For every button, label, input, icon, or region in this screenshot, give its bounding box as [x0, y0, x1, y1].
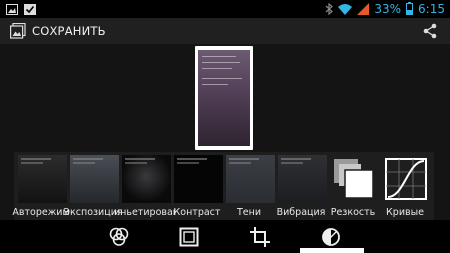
filter-sharpness[interactable]: Резкость — [328, 152, 379, 220]
clock: 6:15 — [418, 2, 445, 16]
filter-thumbnail — [122, 155, 171, 203]
sharpness-icon — [330, 155, 379, 203]
wifi-icon — [338, 0, 353, 19]
filters-icon[interactable] — [91, 220, 147, 253]
filter-thumbnail — [174, 155, 223, 203]
share-icon[interactable] — [422, 23, 438, 39]
filter-curves[interactable]: Кривые — [380, 152, 431, 220]
crop-icon[interactable] — [232, 220, 288, 253]
battery-icon — [406, 0, 414, 19]
filter-shadows[interactable]: Тени — [224, 152, 275, 220]
status-bar: 33% 6:15 — [0, 0, 450, 18]
filter-thumbnail — [70, 155, 119, 203]
filter-vibrance[interactable]: Вибрация — [276, 152, 327, 220]
bottom-toolbar — [0, 220, 450, 253]
filter-exposure[interactable]: Экспозиция — [63, 152, 123, 220]
image-icon — [6, 0, 18, 19]
filter-contrast[interactable]: Контраст — [172, 152, 223, 220]
filter-label: Кривые — [386, 207, 424, 218]
filter-thumbnail — [226, 155, 275, 203]
filter-thumbnail — [18, 155, 67, 203]
preview-image — [198, 50, 250, 146]
bluetooth-icon — [325, 0, 334, 19]
curves-icon — [382, 155, 431, 203]
filter-vignette[interactable]: иньетирован — [114, 152, 176, 220]
checkmark-icon — [24, 0, 36, 19]
filter-strip: Авторежим Экспозиция иньетирован Контрас… — [12, 152, 434, 220]
selected-tool-indicator — [300, 248, 364, 253]
filter-thumbnail — [278, 155, 327, 203]
filter-autorezhim[interactable]: Авторежим — [12, 152, 70, 220]
frame-icon[interactable] — [161, 220, 217, 253]
save-button[interactable]: СОХРАНИТЬ — [32, 24, 106, 38]
gallery-icon[interactable] — [10, 23, 26, 39]
action-bar: СОХРАНИТЬ — [0, 18, 450, 44]
photo-preview[interactable] — [195, 46, 253, 150]
battery-percent: 33% — [374, 2, 402, 16]
signal-icon — [357, 0, 370, 19]
